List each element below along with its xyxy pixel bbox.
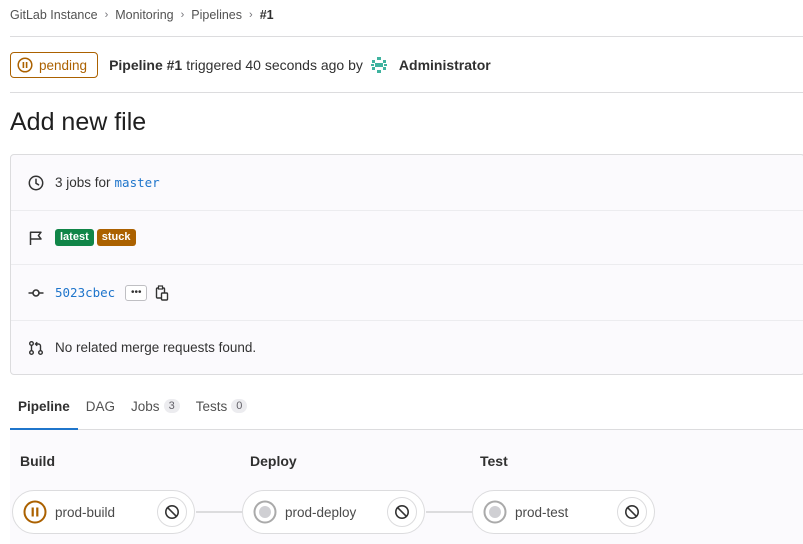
- cancel-icon: [395, 505, 409, 519]
- divider: [10, 36, 803, 37]
- stage-connector: [196, 511, 242, 513]
- pipeline-tabs: Pipeline DAG Jobs 3 Tests 0: [10, 383, 803, 430]
- jobs-count-badge: 3: [163, 399, 180, 413]
- pipeline-info-card: 3 jobs for master latest stuck 5023cbec …: [10, 154, 803, 375]
- job-name: prod-build: [55, 504, 116, 520]
- commit-icon: [27, 284, 45, 302]
- tab-label: Jobs: [131, 398, 160, 414]
- pipeline-header-text: Pipeline #1 triggered 40 seconds ago by: [109, 57, 363, 73]
- job-name: prod-test: [515, 504, 569, 520]
- breadcrumb-pipelines[interactable]: Pipelines: [191, 8, 242, 22]
- cancel-job-button[interactable]: [617, 497, 647, 527]
- merge-request-icon: [27, 339, 45, 357]
- stuck-badge: stuck: [96, 229, 136, 246]
- tab-label: Pipeline: [18, 398, 70, 414]
- stage-title-test: Test: [480, 453, 508, 469]
- status-badge-label: pending: [39, 57, 88, 73]
- breadcrumb-gitlab-instance[interactable]: GitLab Instance: [10, 8, 98, 22]
- cancel-icon: [625, 505, 639, 519]
- divider: [10, 92, 803, 93]
- merge-requests-row: No related merge requests found.: [11, 321, 803, 374]
- breadcrumb-monitoring[interactable]: Monitoring: [115, 8, 173, 22]
- tab-pipeline[interactable]: Pipeline: [10, 383, 78, 430]
- job-name: prod-deploy: [285, 504, 357, 520]
- latest-badge: latest: [55, 229, 94, 246]
- created-status-icon: [483, 500, 507, 524]
- pending-status-icon: [17, 57, 33, 73]
- stage-title-deploy: Deploy: [250, 453, 297, 469]
- job-prod-build[interactable]: prod-build: [12, 490, 195, 534]
- commit-sha-link[interactable]: 5023cbec: [55, 285, 115, 300]
- breadcrumb: GitLab Instance › Monitoring › Pipelines…: [10, 0, 274, 30]
- cancel-job-button[interactable]: [157, 497, 187, 527]
- jobs-count-text: 3 jobs for: [55, 175, 111, 190]
- avatar[interactable]: [368, 55, 389, 75]
- stage-title-build: Build: [20, 453, 55, 469]
- tests-count-badge: 0: [231, 399, 248, 413]
- merge-requests-text: No related merge requests found.: [55, 340, 257, 355]
- page-title: Add new file: [10, 108, 147, 136]
- copy-icon[interactable]: [155, 284, 169, 301]
- job-prod-deploy[interactable]: prod-deploy: [242, 490, 425, 534]
- stage-connector: [426, 511, 472, 513]
- pending-status-icon: [23, 500, 47, 524]
- pipeline-label: Pipeline #1: [109, 57, 183, 73]
- badges-row: latest stuck: [11, 211, 803, 264]
- tab-jobs[interactable]: Jobs 3: [123, 383, 188, 429]
- flag-icon: [27, 229, 45, 247]
- commit-row: 5023cbec •••: [11, 265, 803, 320]
- status-badge[interactable]: pending: [10, 52, 99, 78]
- cancel-icon: [165, 505, 179, 519]
- tab-label: Tests: [195, 398, 228, 414]
- pipeline-graph: Build Deploy Test prod-build prod-deploy…: [10, 430, 803, 544]
- chevron-right-icon: ›: [249, 9, 253, 21]
- pipeline-header: pending Pipeline #1 triggered 40 seconds…: [10, 52, 491, 78]
- expand-commit-message-button[interactable]: •••: [125, 284, 148, 301]
- chevron-right-icon: ›: [180, 9, 185, 21]
- clock-icon: [27, 174, 45, 192]
- tab-dag[interactable]: DAG: [78, 383, 123, 429]
- jobs-row: 3 jobs for master: [11, 155, 803, 210]
- chevron-right-icon: ›: [104, 9, 109, 21]
- job-prod-test[interactable]: prod-test: [472, 490, 655, 534]
- triggered-text: triggered 40 seconds ago by: [186, 57, 363, 73]
- branch-link[interactable]: master: [115, 175, 160, 190]
- cancel-job-button[interactable]: [387, 497, 417, 527]
- breadcrumb-pipeline-id[interactable]: #1: [260, 8, 274, 22]
- tab-label: DAG: [85, 398, 116, 414]
- user-link[interactable]: Administrator: [399, 57, 491, 73]
- created-status-icon: [253, 500, 277, 524]
- tab-tests[interactable]: Tests 0: [188, 383, 256, 429]
